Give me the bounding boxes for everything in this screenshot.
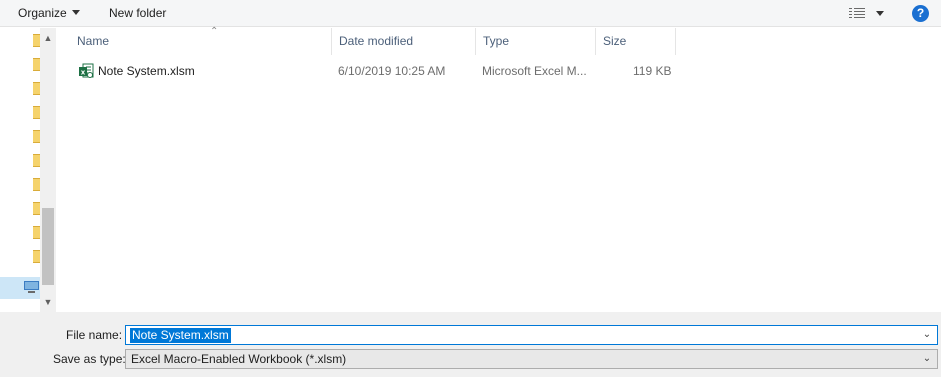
computer-icon [24, 281, 39, 293]
scroll-down-icon[interactable]: ▼ [40, 294, 56, 310]
excel-macro-icon: x [79, 63, 94, 78]
details-view-icon [849, 7, 865, 20]
nav-scrollbar[interactable]: ▲ ▼ [40, 28, 56, 312]
column-header-name[interactable]: Name ⌃ [70, 26, 332, 55]
file-row[interactable]: x Note System.xlsm 6/10/2019 10:25 AM Mi… [71, 60, 671, 82]
file-date: 6/10/2019 10:25 AM [338, 64, 446, 78]
file-name: Note System.xlsm [98, 64, 195, 78]
organize-label: Organize [18, 6, 67, 20]
column-header-type[interactable]: Type [476, 28, 596, 55]
column-header-size[interactable]: Size [596, 28, 676, 55]
change-view-button[interactable] [849, 7, 889, 20]
save-as-type-value: Excel Macro-Enabled Workbook (*.xlsm) [131, 352, 347, 366]
chevron-down-icon[interactable]: ⌄ [921, 352, 933, 366]
svg-text:x: x [81, 69, 86, 77]
file-name-input[interactable]: Note System.xlsm ⌄ [125, 325, 938, 345]
save-as-type-label: Save as type: [53, 352, 126, 366]
help-button[interactable]: ? [912, 5, 929, 22]
file-name-label: File name: [66, 328, 123, 342]
scrollbar-thumb[interactable] [42, 208, 54, 285]
scroll-up-icon[interactable]: ▲ [40, 30, 56, 46]
file-list: Name ⌃ Date modified Type Size x Note Sy… [57, 26, 941, 312]
file-size: 119 KB [633, 64, 672, 78]
column-header-date[interactable]: Date modified [332, 28, 476, 55]
sort-ascending-icon: ⌃ [210, 26, 219, 37]
file-type: Microsoft Excel M... [482, 64, 587, 78]
file-name-value: Note System.xlsm [130, 328, 231, 343]
chevron-down-icon[interactable]: ⌄ [921, 328, 933, 342]
chevron-down-icon [71, 10, 80, 16]
command-bar: Organize New folder ? [0, 0, 941, 27]
save-options-panel: File name: Note System.xlsm ⌄ Save as ty… [0, 312, 941, 377]
new-folder-button[interactable]: New folder [109, 5, 166, 23]
column-name-label: Name [77, 34, 110, 48]
chevron-down-icon [876, 11, 884, 16]
navigation-pane: ▲ ▼ [0, 28, 57, 312]
organize-button[interactable]: Organize [18, 5, 80, 23]
save-as-type-select[interactable]: Excel Macro-Enabled Workbook (*.xlsm) ⌄ [125, 349, 938, 369]
